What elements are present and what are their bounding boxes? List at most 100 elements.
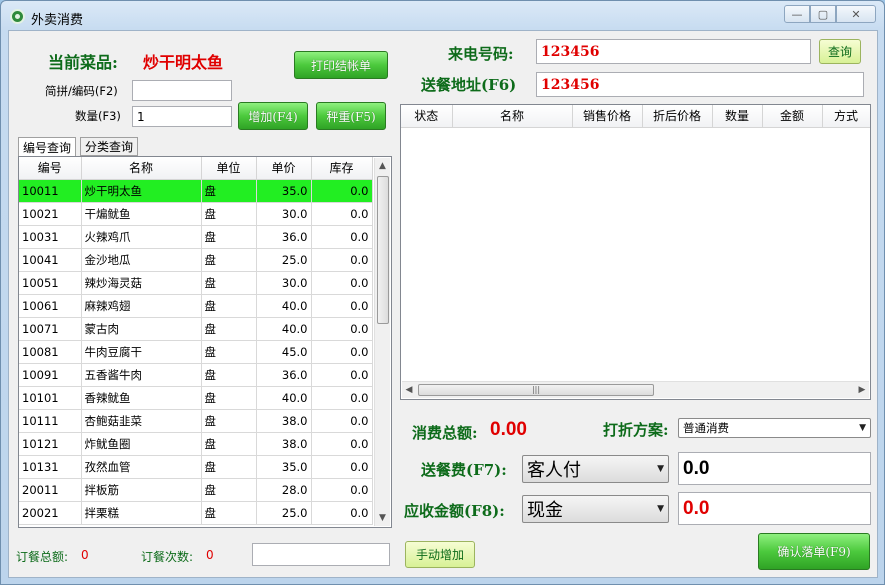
column-header[interactable]: 数量: [712, 105, 763, 128]
print-bill-button[interactable]: 打印结帐单: [294, 51, 388, 79]
table-cell: 36.0: [256, 225, 312, 249]
table-row[interactable]: 10011 炒干明太鱼盘 35.0 0.0: [19, 179, 373, 203]
table-cell: 0.0: [311, 317, 373, 341]
table-row[interactable]: 10051 辣炒海灵菇盘 30.0 0.0: [19, 271, 373, 295]
table-cell: 0.0: [311, 432, 373, 456]
pay-method-selected: 现金: [527, 500, 563, 521]
qty-input[interactable]: 1: [132, 106, 232, 127]
receivable-input[interactable]: 0.0: [678, 492, 871, 525]
table-cell: 孜然血管: [81, 455, 202, 479]
table-row[interactable]: 10101 香辣鱿鱼盘 40.0 0.0: [19, 386, 373, 410]
table-cell: 0.0: [311, 248, 373, 272]
table-cell: 盘: [201, 271, 257, 295]
table-cell: 盘: [201, 478, 257, 502]
add-button[interactable]: 增加(F4): [238, 102, 308, 130]
maximize-button[interactable]: ▢: [810, 5, 836, 23]
column-header[interactable]: 名称: [452, 105, 573, 128]
delivery-fee-input[interactable]: 0.0: [678, 452, 871, 485]
table-cell: 盘: [201, 294, 257, 318]
table-row[interactable]: 10111 杏鲍菇韭菜盘 38.0 0.0: [19, 409, 373, 433]
table-cell: 38.0: [256, 409, 312, 433]
table-cell: 盘: [201, 225, 257, 249]
table-row[interactable]: 10121 炸鱿鱼圈盘 38.0 0.0: [19, 432, 373, 456]
table-cell: 38.0: [256, 432, 312, 456]
table-row[interactable]: 20011 拌板筋盘 28.0 0.0: [19, 478, 373, 502]
discount-label: 打折方案:: [603, 421, 669, 439]
column-header[interactable]: 单价: [256, 157, 312, 180]
column-header[interactable]: 折后价格: [642, 105, 713, 128]
query-button[interactable]: 查询: [819, 39, 861, 64]
table-row[interactable]: 10131 孜然血管盘 35.0 0.0: [19, 455, 373, 479]
chevron-down-icon: ▼: [657, 464, 664, 474]
table-cell: 0.0: [311, 386, 373, 410]
table-cell: 拌栗糕: [81, 501, 202, 525]
delivery-payer-selected: 客人付: [527, 460, 581, 481]
qty-label: 数量(F3): [75, 109, 121, 123]
code-label: 简拼/编码(F2): [45, 84, 118, 98]
table-cell: 20011: [19, 478, 82, 502]
table-cell: 0.0: [311, 501, 373, 525]
weigh-button[interactable]: 秤重(F5): [316, 102, 386, 130]
scroll-thumb[interactable]: [377, 176, 389, 324]
table-cell: 10041: [19, 248, 82, 272]
scroll-up-icon[interactable]: ▲: [375, 158, 390, 174]
table-cell: 36.0: [256, 363, 312, 387]
table-cell: 辣炒海灵菇: [81, 271, 202, 295]
table-cell: 10101: [19, 386, 82, 410]
phone-input[interactable]: 123456: [536, 39, 811, 64]
table-row[interactable]: 10031 火辣鸡爪盘 36.0 0.0: [19, 225, 373, 249]
table-cell: 35.0: [256, 179, 312, 203]
table-row[interactable]: 20021 拌栗糕盘 25.0 0.0: [19, 501, 373, 525]
chevron-down-icon: ▼: [657, 504, 664, 514]
table-cell: 30.0: [256, 271, 312, 295]
scroll-left-icon[interactable]: ◀: [402, 382, 416, 398]
table-cell: 10081: [19, 340, 82, 364]
table-row[interactable]: 10061 麻辣鸡翅盘 40.0 0.0: [19, 294, 373, 318]
table-cell: 炸鱿鱼圈: [81, 432, 202, 456]
table-cell: 牛肉豆腐干: [81, 340, 202, 364]
table-row[interactable]: 10091 五香酱牛肉盘 36.0 0.0: [19, 363, 373, 387]
table-cell: 盘: [201, 179, 257, 203]
pay-method-select[interactable]: 现金 ▼: [522, 495, 669, 523]
manual-add-button[interactable]: 手动增加: [405, 541, 475, 568]
table-row[interactable]: 10071 蒙古肉盘 40.0 0.0: [19, 317, 373, 341]
chevron-down-icon: ▼: [859, 423, 866, 433]
order-table-hscrollbar[interactable]: ◀ ||| ▶: [402, 381, 869, 398]
table-row[interactable]: 10021 干煸鱿鱼盘 30.0 0.0: [19, 202, 373, 226]
table-row[interactable]: 10041 金沙地瓜盘 25.0 0.0: [19, 248, 373, 272]
column-header[interactable]: 名称: [81, 157, 202, 180]
scroll-down-icon[interactable]: ▼: [375, 510, 390, 526]
minimize-button[interactable]: —: [784, 5, 810, 23]
column-header[interactable]: 编号: [19, 157, 82, 180]
close-button[interactable]: ✕: [836, 5, 876, 23]
tab-category-query[interactable]: 分类查询: [80, 137, 139, 156]
address-label: 送餐地址(F6): [421, 76, 517, 94]
tab-code-query[interactable]: 编号查询: [18, 137, 77, 157]
app-logo-icon: [10, 9, 25, 24]
table-cell: 40.0: [256, 317, 312, 341]
table-cell: 40.0: [256, 386, 312, 410]
address-input[interactable]: 123456: [536, 72, 864, 97]
table-cell: 盘: [201, 248, 257, 272]
table-cell: 盘: [201, 501, 257, 525]
delivery-payer-select[interactable]: 客人付 ▼: [522, 455, 669, 483]
scroll-right-icon[interactable]: ▶: [855, 382, 869, 398]
app-window: 外卖消费 — ▢ ✕ 当前菜品: 炒干明太鱼 打印结帐单 简拼/编码(F2) 数…: [0, 0, 885, 585]
column-header[interactable]: 单位: [201, 157, 257, 180]
discount-select[interactable]: 普通消费 ▼: [678, 418, 871, 438]
confirm-order-button[interactable]: 确认落单(F9): [758, 533, 870, 570]
scroll-thumb[interactable]: |||: [418, 384, 654, 396]
table-row[interactable]: 10081 牛肉豆腐干盘 45.0 0.0: [19, 340, 373, 364]
column-header[interactable]: 库存: [311, 157, 373, 180]
order-note-input[interactable]: [252, 543, 390, 566]
column-header[interactable]: 状态: [401, 105, 453, 128]
column-header[interactable]: 销售价格: [572, 105, 643, 128]
current-dish-value: 炒干明太鱼: [143, 53, 224, 72]
dish-table: 编号 名称 单位 单价 库存 10011 炒干明太鱼盘 35.0 0.0 10021 干煸…: [18, 156, 392, 528]
column-header[interactable]: 方式: [822, 105, 870, 128]
table-cell: 0.0: [311, 179, 373, 203]
code-input[interactable]: [132, 80, 232, 101]
dish-table-scrollbar[interactable]: ▲ ▼: [374, 158, 390, 526]
column-header[interactable]: 金额: [762, 105, 823, 128]
table-cell: 0.0: [311, 409, 373, 433]
